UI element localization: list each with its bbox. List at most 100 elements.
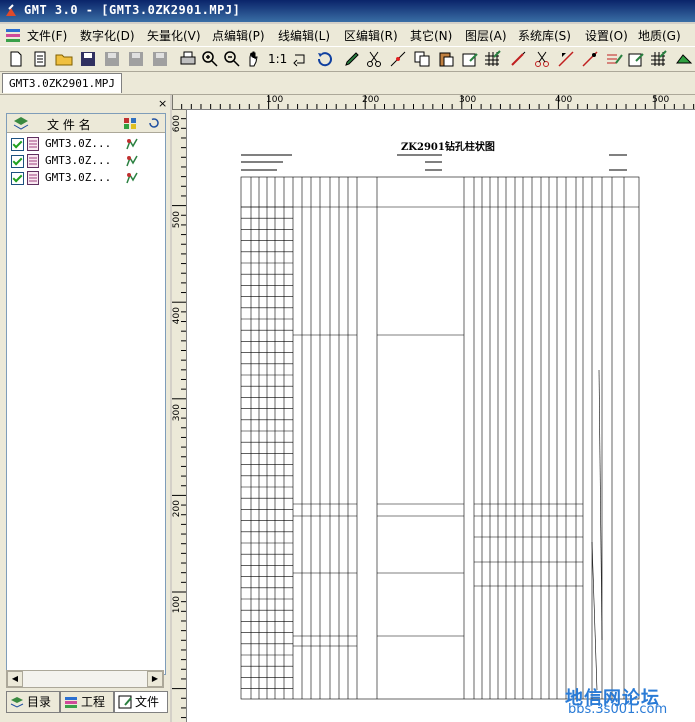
menu-file[interactable]: 文件(F) xyxy=(27,27,67,44)
map-file-icon xyxy=(27,137,39,151)
ruler-v-label: 400 xyxy=(172,307,182,325)
pan-hand-icon[interactable] xyxy=(244,49,264,69)
vertical-ruler: 600 500 400 300 200 100 xyxy=(172,109,187,722)
borehole-column-drawing xyxy=(240,154,640,700)
tab-file-label: 文件 xyxy=(135,695,160,709)
horizontal-ruler-ticks xyxy=(172,95,695,109)
ruler-h-label: 100 xyxy=(266,95,284,105)
edit-attribute-icon[interactable] xyxy=(460,49,480,69)
file-row[interactable]: GMT3.0Z... xyxy=(7,170,165,186)
project-panel: × 文 件 名 GMT3.0Z... GMT3.0Z... GMT3.0Z... xyxy=(0,95,170,722)
ruler-h-label: 400 xyxy=(555,95,573,105)
paste-icon[interactable] xyxy=(436,49,456,69)
window-title: GMT 3.0 - [GMT3.0ZK2901.MPJ] xyxy=(24,3,241,17)
map-file-icon xyxy=(27,154,39,168)
menu-geology[interactable]: 地质(G) xyxy=(638,27,681,44)
ruler-v-label: 200 xyxy=(172,500,182,518)
menu-region-edit[interactable]: 区编辑(R) xyxy=(344,27,398,44)
line-grid-icon[interactable] xyxy=(648,49,668,69)
scroll-right-button[interactable]: ▶ xyxy=(147,671,163,687)
watermark-url: bbs.3s001.com xyxy=(568,702,668,717)
node-edit-icon[interactable] xyxy=(388,49,408,69)
ruler-v-label: 600 xyxy=(172,115,182,133)
file-tab-icon xyxy=(118,695,132,709)
menu-other[interactable]: 其它(N) xyxy=(410,27,452,44)
zoom-in-icon[interactable] xyxy=(200,49,220,69)
catalog-icon xyxy=(10,697,24,708)
ruler-h-label: 200 xyxy=(362,95,380,105)
menu-line-edit[interactable]: 线编辑(L) xyxy=(278,27,330,44)
grid-edit-icon[interactable] xyxy=(482,49,502,69)
save-icon[interactable] xyxy=(78,49,98,69)
menu-settings[interactable]: 设置(O) xyxy=(585,27,628,44)
file-visible-checkbox[interactable] xyxy=(11,155,24,168)
ruler-v-label: 300 xyxy=(172,404,182,422)
panel-tabs: 目录 工程 文件 xyxy=(6,691,168,713)
tree-horizontal-scrollbar[interactable]: ◀ ▶ xyxy=(6,670,164,688)
new-file-icon[interactable] xyxy=(6,49,26,69)
line-attribute-icon[interactable] xyxy=(604,49,624,69)
tab-catalog[interactable]: 目录 xyxy=(6,691,60,713)
edit-status-icon[interactable] xyxy=(125,137,139,151)
menu-app-icon[interactable] xyxy=(4,26,22,44)
file-visible-checkbox[interactable] xyxy=(11,138,24,151)
ruler-v-label: 500 xyxy=(172,211,182,229)
file-visible-checkbox[interactable] xyxy=(11,172,24,185)
file-name: GMT3.0Z... xyxy=(45,171,112,184)
file-tree-header: 文 件 名 xyxy=(7,114,165,133)
menu-point-edit[interactable]: 点编辑(P) xyxy=(212,27,265,44)
refresh-column-icon[interactable] xyxy=(147,116,161,130)
print-icon[interactable] xyxy=(178,49,198,69)
save-disabled-icon[interactable] xyxy=(102,49,122,69)
ruler-h-label: 300 xyxy=(459,95,477,105)
file-name: GMT3.0Z... xyxy=(45,154,112,167)
menu-layer[interactable]: 图层(A) xyxy=(465,27,507,44)
tab-project[interactable]: 工程 xyxy=(60,691,114,713)
menu-system-lib[interactable]: 系统库(S) xyxy=(518,27,571,44)
open-folder-icon[interactable] xyxy=(54,49,74,69)
line-edit-pen-icon[interactable] xyxy=(626,49,646,69)
menu-digitize[interactable]: 数字化(D) xyxy=(80,27,135,44)
file-name: GMT3.0Z... xyxy=(45,137,112,150)
save-all-icon[interactable] xyxy=(126,49,146,69)
file-tree: 文 件 名 GMT3.0Z... GMT3.0Z... GMT3.0Z... xyxy=(6,113,166,675)
file-row[interactable]: GMT3.0Z... xyxy=(7,136,165,152)
document-tab[interactable]: GMT3.0ZK2901.MPJ xyxy=(2,73,122,93)
ruler-h-label: 500 xyxy=(652,95,670,105)
cut-icon[interactable] xyxy=(364,49,384,69)
file-name-column-header[interactable]: 文 件 名 xyxy=(47,116,91,133)
zoom-out-icon[interactable] xyxy=(222,49,242,69)
document-tabstrip: GMT3.0ZK2901.MPJ xyxy=(0,72,695,95)
copy-icon[interactable] xyxy=(412,49,432,69)
scale-1-1-button[interactable]: 1:1 xyxy=(268,52,287,66)
move-line-icon[interactable] xyxy=(556,49,576,69)
undo-icon[interactable] xyxy=(314,49,334,69)
horizontal-ruler: 100 200 300 400 500 xyxy=(172,95,695,110)
draw-line-icon[interactable] xyxy=(508,49,528,69)
tab-project-label: 工程 xyxy=(81,695,106,709)
ruler-v-label: 100 xyxy=(172,596,182,614)
tab-file[interactable]: 文件 xyxy=(114,691,168,713)
edit-status-icon[interactable] xyxy=(125,171,139,185)
layers-icon[interactable] xyxy=(13,116,29,130)
tab-catalog-label: 目录 xyxy=(27,695,52,709)
panel-close-button[interactable]: × xyxy=(158,97,167,110)
toolbar: 1:1 xyxy=(0,47,695,72)
title-bar: GMT 3.0 - [GMT3.0ZK2901.MPJ] xyxy=(0,0,695,22)
map-canvas[interactable]: ZK2901钻孔柱状图 xyxy=(187,110,695,722)
app-icon xyxy=(6,4,16,16)
new-doc-icon[interactable] xyxy=(30,49,50,69)
region-fill-icon[interactable] xyxy=(674,49,694,69)
project-icon xyxy=(65,697,77,708)
select-pen-icon[interactable] xyxy=(342,49,362,69)
file-row[interactable]: GMT3.0Z... xyxy=(7,153,165,169)
scroll-left-button[interactable]: ◀ xyxy=(7,671,23,687)
edit-status-icon[interactable] xyxy=(125,154,139,168)
cut-line-icon[interactable] xyxy=(532,49,552,69)
refresh-icon[interactable] xyxy=(290,49,310,69)
save-as-icon[interactable] xyxy=(150,49,170,69)
status-column-icon[interactable] xyxy=(122,116,138,130)
menu-vectorize[interactable]: 矢量化(V) xyxy=(147,27,201,44)
menu-bar: 文件(F) 数字化(D) 矢量化(V) 点编辑(P) 线编辑(L) 区编辑(R)… xyxy=(0,24,695,47)
connect-line-icon[interactable] xyxy=(580,49,600,69)
